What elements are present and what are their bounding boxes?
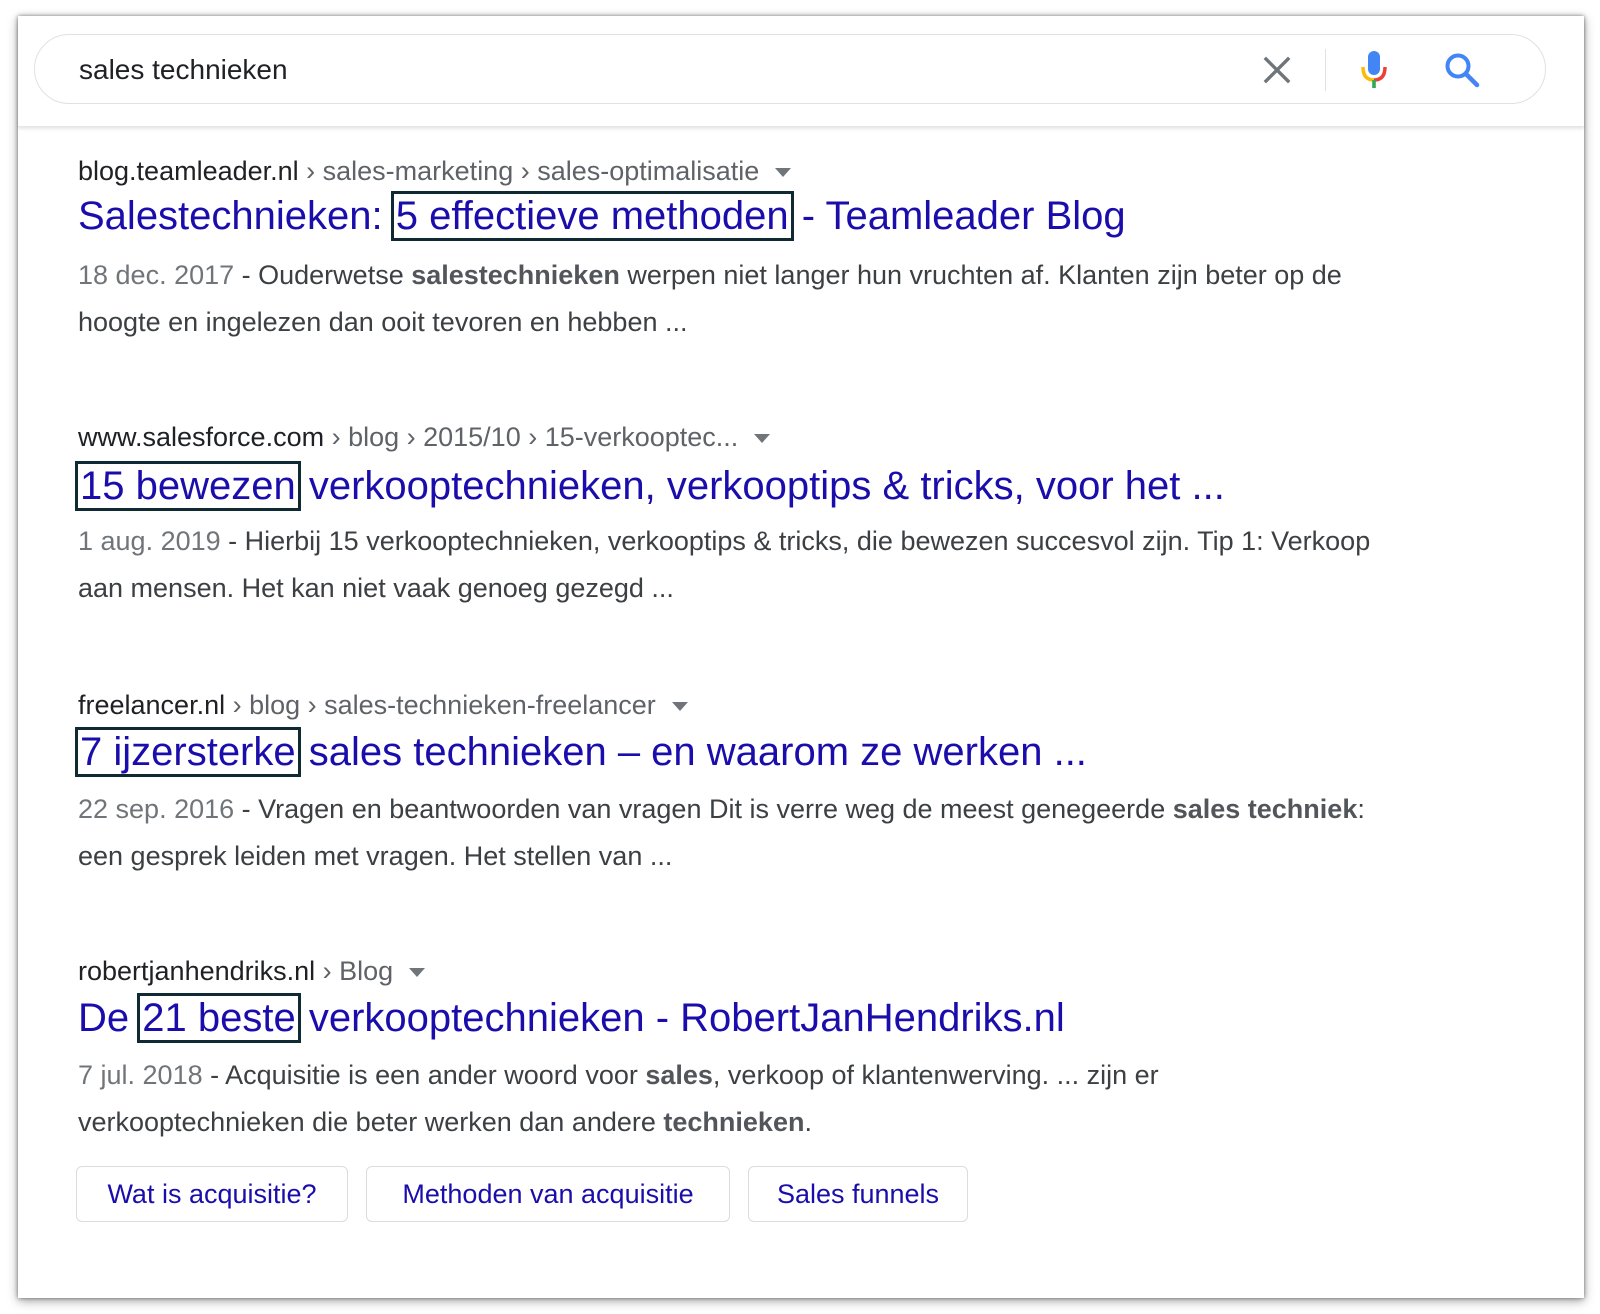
voice-search-button[interactable] xyxy=(1357,49,1391,91)
dropdown-arrow-icon[interactable] xyxy=(409,968,426,978)
title-text: verkooptechnieken, verkooptips & tricks,… xyxy=(297,464,1225,508)
result-snippet: 7 jul. 2018 - Acquisitie is een ander wo… xyxy=(78,1052,1388,1146)
title-highlight: 7 ijzersterke xyxy=(75,727,301,777)
snippet-bold: technieken xyxy=(663,1107,805,1137)
dropdown-arrow-icon[interactable] xyxy=(671,702,688,712)
search-icon xyxy=(1445,53,1480,88)
result-title-link[interactable]: Salestechnieken: 5 effectieve methoden -… xyxy=(78,190,1126,242)
result-snippet: 22 sep. 2016 - Vragen en beantwoorden va… xyxy=(78,786,1388,880)
snippet-text: - Acquisitie is een ander woord voor xyxy=(202,1060,646,1090)
result-url: robertjanhendriks.nl › Blog xyxy=(78,954,426,988)
snippet-bold: sales techniek xyxy=(1172,794,1358,824)
clear-search-button[interactable] xyxy=(1260,53,1294,87)
search-input[interactable] xyxy=(79,52,1229,88)
result-url: freelancer.nl › blog › sales-technieken-… xyxy=(78,688,688,722)
sitelink-wat-is-acquisitie[interactable]: Wat is acquisitie? xyxy=(76,1166,348,1222)
search-button[interactable] xyxy=(1443,51,1481,89)
result-domain: blog.teamleader.nl xyxy=(78,156,299,186)
title-text: De xyxy=(78,996,141,1040)
snippet-text: - Vragen en beantwoorden van vragen Dit … xyxy=(234,794,1173,824)
result-snippet: 1 aug. 2019 - Hierbij 15 verkooptechniek… xyxy=(78,518,1388,612)
snippet-bold: sales xyxy=(645,1060,713,1090)
result-snippet: 18 dec. 2017 - Ouderwetse salestechnieke… xyxy=(78,252,1388,346)
dropdown-arrow-icon[interactable] xyxy=(775,168,792,178)
microphone-icon xyxy=(1361,51,1387,88)
result-path: › blog › sales-technieken-freelancer xyxy=(225,690,656,720)
search-box xyxy=(34,34,1546,104)
result-path: › Blog xyxy=(315,956,394,986)
snippet-text: . xyxy=(804,1107,812,1137)
snippet-text: - Ouderwetse xyxy=(234,260,412,290)
result-date: 1 aug. 2019 xyxy=(78,526,221,556)
title-text: sales technieken – en waarom ze werken .… xyxy=(297,730,1087,774)
title-text: - Teamleader Blog xyxy=(790,194,1126,238)
result-path: › sales-marketing › sales-optimalisatie xyxy=(298,156,760,186)
search-results-page: blog.teamleader.nl › sales-marketing › s… xyxy=(18,16,1584,1298)
title-highlight: 21 beste xyxy=(137,993,301,1043)
title-highlight: 5 effectieve methoden xyxy=(390,191,794,241)
snippet-bold: salestechnieken xyxy=(411,260,620,290)
result-date: 18 dec. 2017 xyxy=(78,260,235,290)
sitelink-methoden-van-acquisitie[interactable]: Methoden van acquisitie xyxy=(366,1166,730,1222)
result-date: 22 sep. 2016 xyxy=(78,794,235,824)
result-url: www.salesforce.com › blog › 2015/10 › 15… xyxy=(78,420,771,454)
search-divider xyxy=(1325,49,1326,91)
result-path: › blog › 2015/10 › 15-verkooptec... xyxy=(324,422,739,452)
result-title-link[interactable]: De 21 beste verkooptechnieken - RobertJa… xyxy=(78,992,1065,1044)
sitelink-sales-funnels[interactable]: Sales funnels xyxy=(748,1166,968,1222)
dropdown-arrow-icon[interactable] xyxy=(754,434,771,444)
close-icon xyxy=(1263,56,1291,84)
result-domain: freelancer.nl xyxy=(78,690,226,720)
title-highlight: 15 bewezen xyxy=(75,461,301,511)
result-title-link[interactable]: 7 ijzersterke sales technieken – en waar… xyxy=(75,726,1087,778)
result-domain: www.salesforce.com xyxy=(78,422,325,452)
title-text: Salestechnieken: xyxy=(78,194,394,238)
snippet-text: - Hierbij 15 verkooptechnieken, verkoopt… xyxy=(78,526,1371,603)
result-title-link[interactable]: 15 bewezen verkooptechnieken, verkooptip… xyxy=(75,460,1225,512)
result-domain: robertjanhendriks.nl xyxy=(78,956,316,986)
result-url: blog.teamleader.nl › sales-marketing › s… xyxy=(78,154,792,188)
search-header xyxy=(18,16,1584,127)
result-date: 7 jul. 2018 xyxy=(78,1060,203,1090)
title-text: verkooptechnieken - RobertJanHendriks.nl xyxy=(297,996,1065,1040)
